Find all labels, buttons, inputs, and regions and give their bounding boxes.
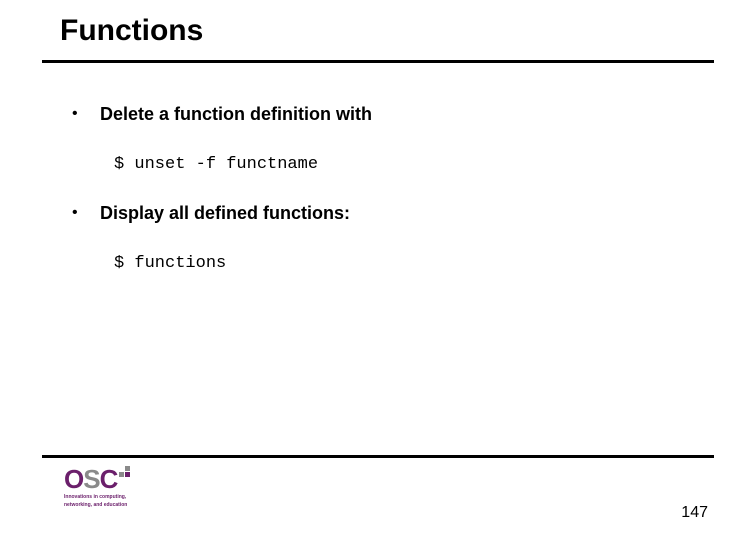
code-line: $ functions: [114, 254, 696, 273]
bullet-item: • Delete a function definition with: [72, 103, 696, 125]
bullet-marker: •: [72, 202, 100, 224]
title-area: Functions: [0, 0, 756, 56]
slide: Functions • Delete a function definition…: [0, 0, 756, 540]
logo-letter-o: O: [64, 466, 83, 492]
page-number: 147: [681, 504, 708, 522]
bullet-text: Display all defined functions:: [100, 202, 350, 224]
logo-wordmark: O S C: [64, 466, 154, 492]
logo-squares-icon: [119, 464, 133, 478]
footer-divider: [42, 455, 714, 458]
content-area: • Delete a function definition with $ un…: [0, 63, 756, 273]
bullet-text: Delete a function definition with: [100, 103, 372, 125]
logo-tagline-1: Innovations in computing,: [64, 494, 154, 500]
logo-tagline-2: networking, and education: [64, 502, 154, 508]
logo-letter-s: S: [83, 466, 99, 492]
logo-letter-c: C: [100, 466, 118, 492]
slide-title: Functions: [60, 14, 696, 48]
osc-logo: O S C Innovations in computing, networki…: [64, 466, 154, 508]
bullet-item: • Display all defined functions:: [72, 202, 696, 224]
bullet-marker: •: [72, 103, 100, 125]
code-line: $ unset -f functname: [114, 155, 696, 174]
